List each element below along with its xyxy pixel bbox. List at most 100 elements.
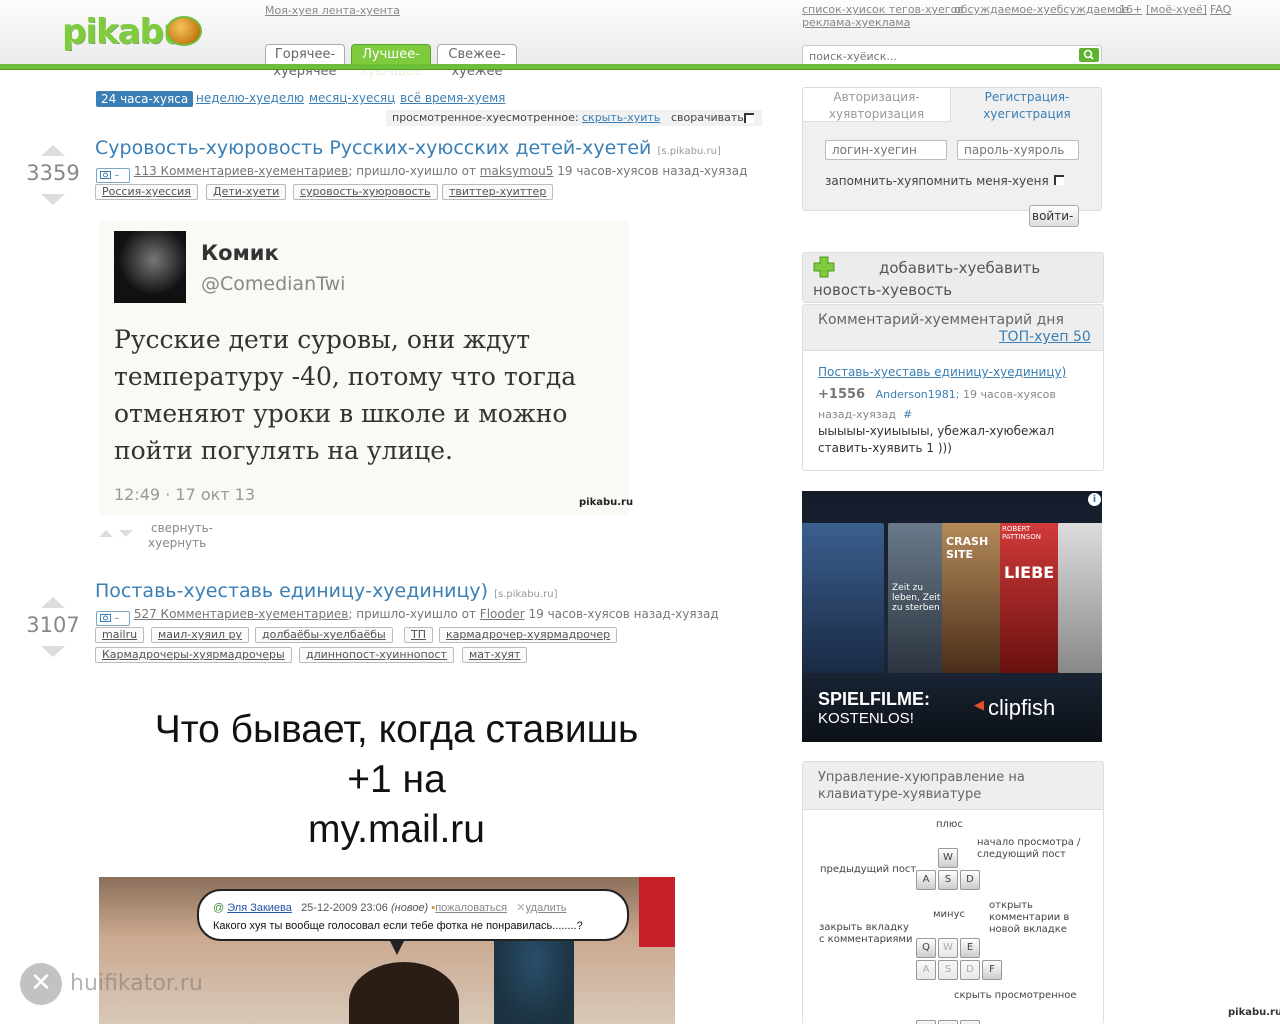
clipfish-logo-icon: ◀ <box>974 698 984 713</box>
tweet-watermark: pikabu.ru <box>579 497 634 508</box>
post2-source: [s.pikabu.ru] <box>494 589 558 600</box>
login-input[interactable] <box>825 140 947 160</box>
discussed-link[interactable]: обсуждаемое-хуебсуждаемое <box>954 3 1129 16</box>
post2-tag[interactable]: кармадрочер-хуярмадрочер <box>439 627 618 643</box>
collapse-label: сворачивать <box>671 111 744 124</box>
keyboard-header: Управление-хуюправление на клавиатуре-ху… <box>803 762 1103 810</box>
ad-line1: SPIELFILME: <box>818 689 930 709</box>
post1-tag[interactable]: твиттер-хуиттер <box>442 184 554 200</box>
post2-came-from: ; пришло-хуишло от <box>348 607 476 621</box>
plus-icon <box>813 256 835 278</box>
my-feed-link[interactable]: Моя-хуея лента-хуента <box>265 4 400 17</box>
post1-downvote-button[interactable] <box>41 194 65 205</box>
ads-link[interactable]: реклама-хуеклама <box>802 16 910 29</box>
post1-mini-upvote[interactable] <box>99 530 113 537</box>
post1-source: [s.pikabu.ru] <box>657 146 721 157</box>
ad-dvd-title: CRASH SITE <box>946 535 989 561</box>
bubble-header: @ Эля Закиева 25-12-2009 23:06 (новое) ▪… <box>213 901 567 914</box>
post1-mini-downvote[interactable] <box>119 530 133 537</box>
post2-tag[interactable]: ТП <box>404 627 433 643</box>
huifikator-logo-icon: ✕ <box>20 963 62 1005</box>
red-corner <box>639 877 675 947</box>
tab-login[interactable]: Авторизация- хуявторизация <box>803 88 951 122</box>
faq-link[interactable]: FAQ <box>1210 3 1231 16</box>
post1-tag[interactable]: Россия-хуессия <box>95 184 198 200</box>
post2-tag[interactable]: длиннопост-хуиннопост <box>299 647 454 663</box>
age-16-link[interactable]: 16+ <box>1119 3 1142 16</box>
caption-line: Что бывает, когда ставишь <box>154 708 639 751</box>
post1-tag[interactable]: суровость-хуюровость <box>293 184 438 200</box>
ad-brand: clipfish <box>988 695 1056 720</box>
search-button[interactable] <box>1079 48 1099 62</box>
comment-permalink[interactable]: # <box>903 408 912 421</box>
camera-icon <box>100 614 111 622</box>
login-submit-button[interactable]: войти-х <box>1029 205 1079 227</box>
logo-cookie-icon[interactable] <box>166 16 202 46</box>
post2-tag[interactable]: мат-хуят <box>462 647 528 663</box>
post2-rating: 3107 <box>26 613 80 637</box>
post2-camera-icon[interactable]: – <box>96 611 130 626</box>
keyboard-panel: Управление-хуюправление на клавиатуре-ху… <box>802 761 1104 1024</box>
post1-upvote-button[interactable] <box>41 145 65 156</box>
period-24h[interactable]: 24 часа-хуяса <box>96 91 194 107</box>
label-open-comments: открыть комментарии в новой вкладке <box>989 900 1070 935</box>
key-f: F <box>982 960 1002 980</box>
period-all-time[interactable]: всё время-хуемя <box>400 91 505 105</box>
post2-downvote-button[interactable] <box>41 646 65 657</box>
my-profile-link[interactable]: [моё-хуеё] <box>1146 3 1207 16</box>
key-s-dim: S <box>938 960 958 980</box>
post1-collapse-button[interactable]: свернуть- хуернуть <box>148 521 213 551</box>
ad-banner[interactable]: Zeit zu leben, Zeit zu sterben CRASH SIT… <box>802 491 1102 742</box>
tweet-time: 12:49 · 17 окт 13 <box>114 485 256 504</box>
label-prev: предыдущий пост <box>820 864 917 875</box>
post1-tweet-image: Комик @ComedianTwi Русские дети суровы, … <box>99 221 633 515</box>
comment-author[interactable]: Anderson1981 <box>876 388 956 401</box>
viewed-bar: просмотренное-хуесмотренное: скрыть-хуит… <box>386 110 762 126</box>
post2-title-row: Поставь-хуеставь единицу-хуединицу) [s.p… <box>95 580 558 602</box>
comment-of-day-header: Комментарий-хуемментарий дня ТОП-хуеп 50 <box>803 305 1103 351</box>
period-month[interactable]: месяц-хуесяц <box>309 91 395 105</box>
comment-post-link[interactable]: Поставь-хуеставь единицу-хуединицу) <box>818 365 1066 379</box>
tags-list-link[interactable]: список-хуисок тегов-хуегов <box>802 3 964 16</box>
post1-comments-link[interactable]: 113 Комментариев-хуементариев <box>134 164 349 178</box>
password-input[interactable] <box>957 140 1079 160</box>
post2-comments-link[interactable]: 527 Комментариев-хуементариев <box>134 607 349 621</box>
collapse-line2: хуернуть <box>148 536 207 550</box>
key-a-dim: A <box>916 960 936 980</box>
post2-tag[interactable]: mailru <box>95 627 145 643</box>
post1-time: 19 часов-хуясов назад-хуязад <box>557 164 748 178</box>
comment-score: +1556 <box>818 387 866 402</box>
collapse-checkbox[interactable] <box>744 113 754 123</box>
add-news-button[interactable]: добавить-хуебавить новость-хуевость <box>802 252 1104 303</box>
key-e: E <box>960 938 980 958</box>
period-week[interactable]: неделю-хуеделю <box>196 91 304 105</box>
label-hide-viewed: скрыть просмотренное <box>954 990 1077 1001</box>
remember-checkbox[interactable] <box>1054 175 1064 185</box>
ad-info-icon[interactable]: i <box>1088 493 1101 506</box>
top50-link[interactable]: ТОП-хуеп 50 <box>999 329 1091 345</box>
post1-tag[interactable]: Дети-хуети <box>206 184 287 200</box>
post2-tag[interactable]: маил-хуяил ру <box>151 627 249 643</box>
post2-time: 19 часов-хуясов назад-хуязад <box>528 607 719 621</box>
hide-viewed-link[interactable]: скрыть-хуить <box>582 111 660 124</box>
header-green-line <box>0 64 1280 70</box>
tab-register[interactable]: Регистрация- хуегистрация <box>951 88 1103 122</box>
delete-icon: ✕ <box>516 902 526 914</box>
post2-tag[interactable]: Кармадрочеры-хуярмадрочеры <box>95 647 292 663</box>
tab-login-line2: хуявторизация <box>828 107 925 121</box>
search-input[interactable] <box>809 48 1069 64</box>
comment-of-day-title: Комментарий-хуемментарий дня <box>818 312 1064 328</box>
ad-line2: KOSTENLOS! <box>818 710 914 727</box>
ad-dvd-title: ROBERT PATTINSON <box>1002 525 1041 541</box>
post2-upvote-button[interactable] <box>41 597 65 608</box>
add-news-line2: новость-хуевость <box>813 281 953 299</box>
post1-camera-icon[interactable]: – <box>96 168 130 183</box>
comment-of-day-panel: Комментарий-хуемментарий дня ТОП-хуеп 50… <box>802 304 1104 471</box>
post1-title-link[interactable]: Суровость-хуюровость Русских-хуюсских де… <box>95 137 651 159</box>
post2-tag[interactable]: долбаёбы-хуелбаёбы <box>255 627 393 643</box>
key-w: W <box>938 848 958 868</box>
post2-title-link[interactable]: Поставь-хуеставь единицу-хуединицу) <box>95 580 488 602</box>
post1-author-link[interactable]: maksymou5 <box>480 164 554 178</box>
camera-icon <box>100 171 111 179</box>
post2-author-link[interactable]: Flooder <box>480 607 525 621</box>
